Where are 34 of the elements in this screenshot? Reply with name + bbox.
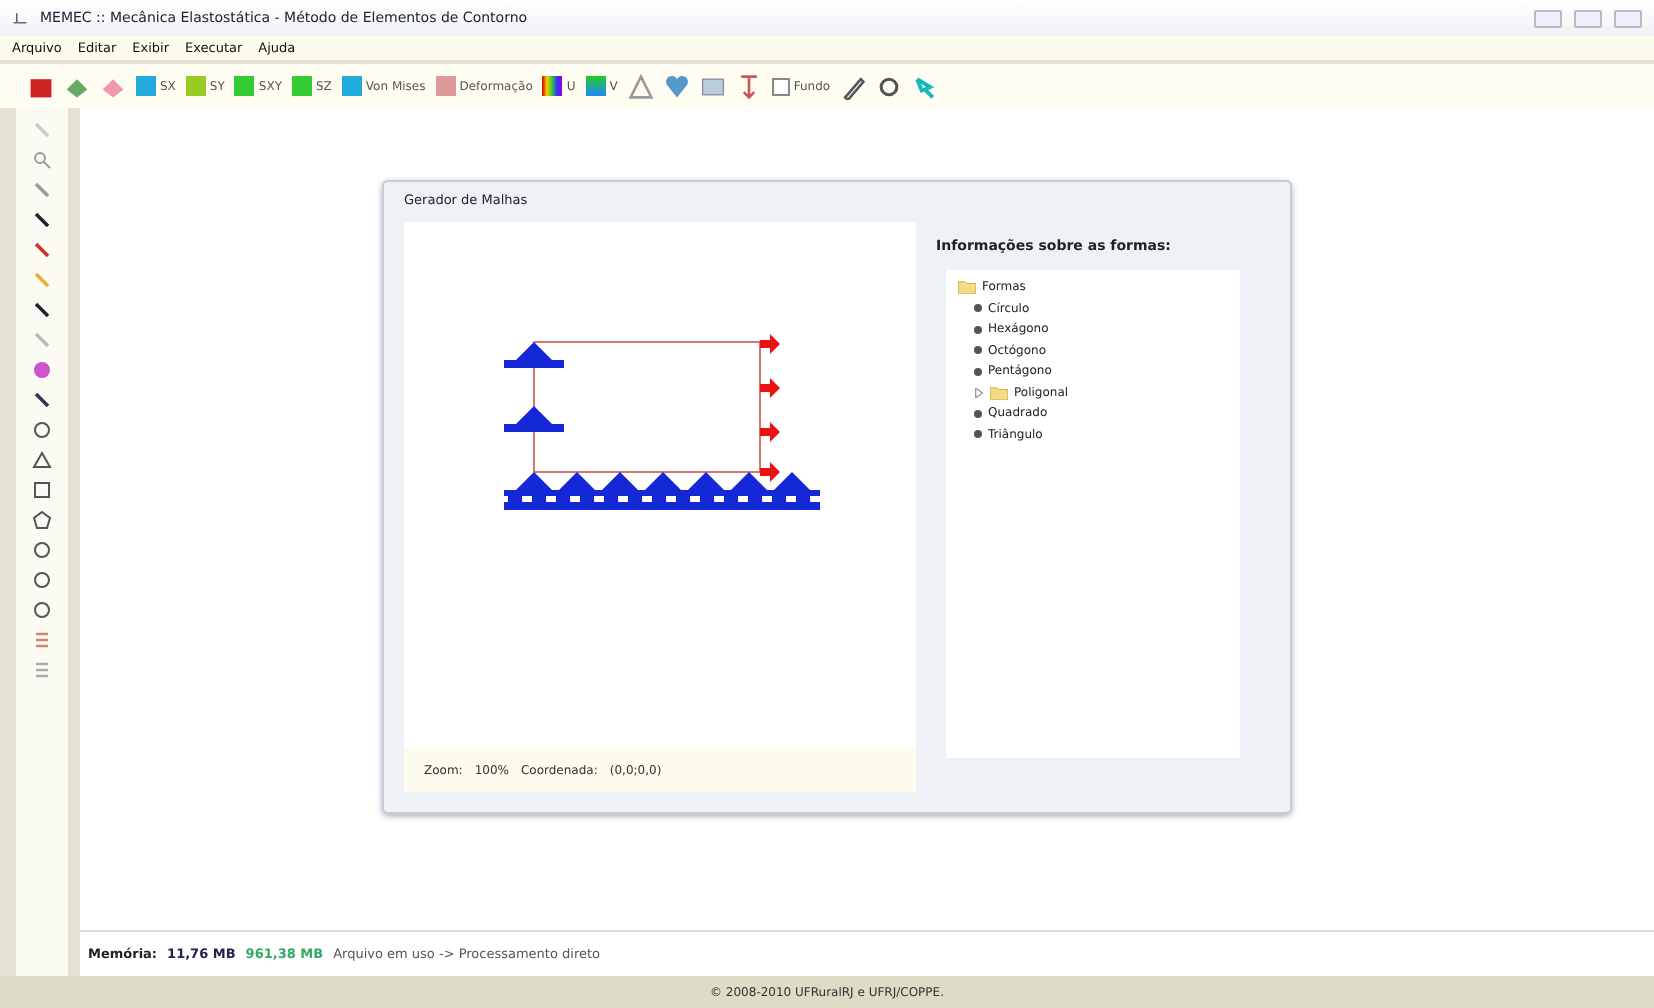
triangle-icon[interactable] — [32, 450, 52, 470]
result-icon — [435, 76, 456, 96]
square-icon[interactable] — [32, 480, 52, 500]
maximize-button[interactable] — [1574, 9, 1602, 27]
result-icon — [234, 76, 255, 96]
bullet-icon — [974, 325, 982, 334]
result-icon — [292, 76, 312, 96]
result-icon — [185, 76, 206, 96]
window-icon[interactable] — [699, 73, 726, 99]
app-icon — [12, 10, 28, 26]
bullet-icon — [974, 304, 982, 313]
bullet-icon — [974, 409, 982, 418]
bullet-icon — [974, 367, 982, 376]
pentagon-icon[interactable] — [32, 510, 52, 530]
result-icon — [136, 76, 156, 96]
polygon-icon[interactable] — [32, 600, 52, 620]
minimize-button[interactable] — [1534, 9, 1562, 27]
folder-icon — [958, 280, 976, 295]
refresh-icon[interactable] — [876, 73, 903, 99]
result-icon — [585, 76, 606, 96]
result-icon — [341, 76, 362, 96]
heart-icon[interactable] — [663, 73, 690, 99]
folder-icon — [990, 385, 1008, 400]
line-icon[interactable] — [32, 390, 52, 410]
result-icon — [542, 76, 563, 96]
magnifier-icon[interactable] — [32, 150, 52, 170]
arrow-down-icon[interactable] — [735, 73, 762, 99]
bullet-icon — [974, 430, 982, 439]
list-icon[interactable] — [32, 660, 52, 680]
list-icon[interactable] — [32, 630, 52, 650]
expander-icon[interactable] — [974, 387, 984, 398]
bullet-icon — [974, 346, 982, 355]
circle-icon[interactable] — [32, 420, 52, 440]
close-button[interactable] — [1614, 9, 1642, 27]
